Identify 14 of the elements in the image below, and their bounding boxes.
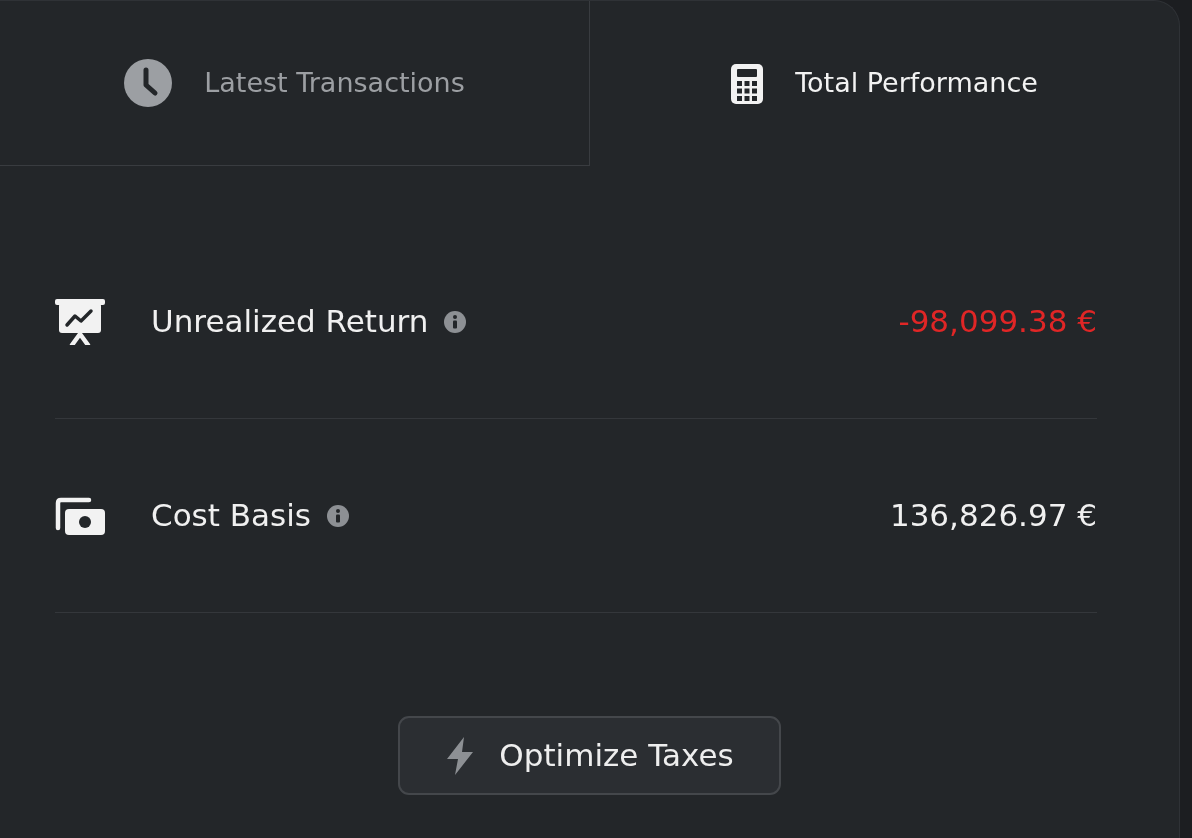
- optimize-taxes-button[interactable]: Optimize Taxes: [398, 716, 781, 795]
- calculator-icon: [731, 63, 764, 104]
- metric-label: Cost Basis: [151, 496, 311, 536]
- clock-icon: [124, 59, 173, 107]
- tab[interactable]: Total Performance: [590, 1, 1179, 166]
- metric-value: -98,099.38 €: [898, 302, 1097, 342]
- metric-value: 136,826.97 €: [889, 496, 1097, 536]
- lightning-bolt-icon: [445, 736, 474, 775]
- info-icon: [326, 504, 349, 527]
- info-icon: [444, 310, 467, 333]
- money-stack-icon: [55, 496, 105, 535]
- metric-label: Unrealized Return: [151, 302, 429, 342]
- tab[interactable]: Latest Transactions: [0, 1, 590, 166]
- presentation-chart-icon: [55, 298, 105, 345]
